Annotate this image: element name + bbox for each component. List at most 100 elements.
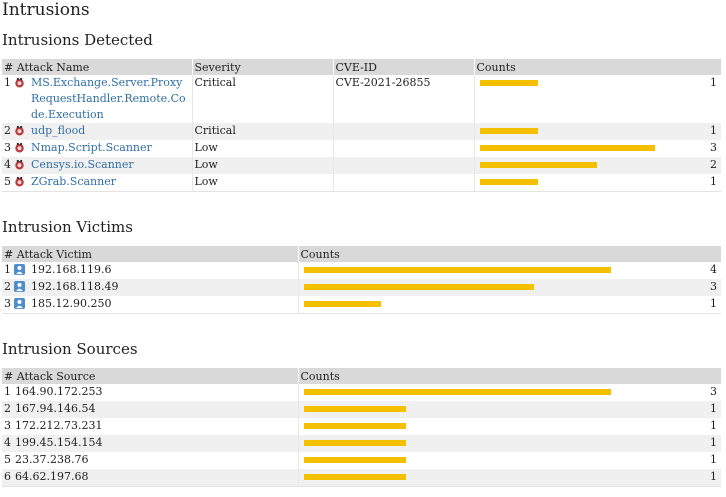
count-bar bbox=[303, 301, 381, 307]
row-index: 2 bbox=[4, 280, 11, 293]
header-attack-victim: # Attack Victim bbox=[2, 246, 298, 262]
header-attack-name: # Attack Name bbox=[2, 59, 192, 75]
severity-cell: Low bbox=[191, 174, 333, 192]
count-value: 1 bbox=[710, 402, 717, 415]
attack-entity-label: 164.90.172.253 bbox=[15, 385, 103, 398]
row-index: 4 bbox=[4, 158, 11, 171]
name-cell: 2 167.94.146.54 bbox=[2, 401, 298, 418]
table-row: 3 185.12.90.250 1 bbox=[2, 296, 721, 314]
row-index: 1 bbox=[4, 263, 11, 276]
count-bar bbox=[303, 389, 611, 395]
cve-id-cell bbox=[332, 174, 474, 192]
name-cell: 4 Censys.io.Scanner bbox=[2, 157, 192, 174]
table-row: 5 23.37.238.76 1 bbox=[2, 452, 721, 469]
counts-cell: 1 bbox=[297, 469, 721, 487]
counts-cell: 3 bbox=[297, 384, 721, 401]
user-icon bbox=[14, 264, 25, 275]
header-counts: Counts bbox=[297, 246, 721, 262]
table-row: 4 Censys.io.Scanner Low 2 bbox=[2, 157, 721, 174]
counts-cell: 1 bbox=[297, 452, 721, 469]
row-index: 1 bbox=[4, 76, 11, 89]
name-cell: 1 MS.Exchange.Server.ProxyRequestHandler.… bbox=[2, 75, 192, 123]
name-cell: 3 185.12.90.250 bbox=[2, 296, 298, 314]
attack-entity-label: 185.12.90.250 bbox=[31, 297, 112, 310]
attack-name-link[interactable]: Censys.io.Scanner bbox=[31, 157, 134, 173]
row-index: 2 bbox=[4, 124, 11, 137]
attack-entity-label: 199.45.154.154 bbox=[15, 436, 103, 449]
name-cell: 2 udp_flood bbox=[2, 123, 192, 140]
name-cell: 2 192.168.118.49 bbox=[2, 279, 298, 296]
intrusion-victims-table: # Attack Victim Counts 1 192.168.119.6 4 2 1… bbox=[2, 246, 721, 314]
intrusion-sources-table: # Attack Source Counts 1 164.90.172.253 3 2… bbox=[2, 368, 721, 487]
header-severity: Severity bbox=[191, 59, 333, 75]
count-value: 1 bbox=[710, 419, 717, 432]
attack-entity-label: 192.168.119.6 bbox=[31, 263, 112, 276]
count-bar bbox=[303, 440, 406, 446]
row-index: 3 bbox=[4, 419, 11, 432]
bug-icon bbox=[14, 125, 25, 136]
count-bar bbox=[303, 457, 406, 463]
attack-entity-label: 23.37.238.76 bbox=[15, 453, 89, 466]
cve-id-cell bbox=[332, 123, 474, 140]
attack-name-link[interactable]: Nmap.Script.Scanner bbox=[31, 140, 152, 156]
table-row: 3 Nmap.Script.Scanner Low 3 bbox=[2, 140, 721, 157]
count-bar bbox=[303, 423, 406, 429]
row-index: 5 bbox=[4, 453, 11, 466]
counts-cell: 1 bbox=[297, 435, 721, 452]
bug-icon bbox=[14, 142, 25, 153]
header-cve-id: CVE-ID bbox=[332, 59, 474, 75]
counts-cell: 1 bbox=[473, 123, 721, 140]
count-value: 1 bbox=[710, 297, 717, 310]
count-bar bbox=[303, 474, 406, 480]
severity-cell: Critical bbox=[191, 75, 333, 123]
counts-cell: 2 bbox=[473, 157, 721, 174]
count-value: 4 bbox=[710, 263, 717, 276]
count-value: 1 bbox=[710, 124, 717, 137]
counts-cell: 3 bbox=[297, 279, 721, 296]
name-cell: 5 ZGrab.Scanner bbox=[2, 174, 192, 192]
table-row: 1 164.90.172.253 3 bbox=[2, 384, 721, 401]
header-attack-source: # Attack Source bbox=[2, 368, 298, 384]
count-value: 1 bbox=[710, 175, 717, 188]
cve-id-cell bbox=[332, 140, 474, 157]
user-icon bbox=[14, 281, 25, 292]
severity-cell: Critical bbox=[191, 123, 333, 140]
count-bar bbox=[303, 284, 534, 290]
header-counts: Counts bbox=[473, 59, 721, 75]
count-value: 3 bbox=[710, 141, 717, 154]
count-bar bbox=[303, 267, 611, 273]
table-row: 2 udp_flood Critical 1 bbox=[2, 123, 721, 140]
cve-id-cell: CVE-2021-26855 bbox=[332, 75, 474, 123]
name-cell: 1 164.90.172.253 bbox=[2, 384, 298, 401]
table-row: 3 172.212.73.231 1 bbox=[2, 418, 721, 435]
table-header-row: # Attack Name Severity CVE-ID Counts bbox=[2, 59, 721, 75]
section-title-detected: Intrusions Detected bbox=[2, 31, 153, 49]
severity-cell: Low bbox=[191, 140, 333, 157]
counts-cell: 1 bbox=[473, 75, 721, 123]
attack-name-link[interactable]: udp_flood bbox=[31, 123, 85, 139]
section-title-victims: Intrusion Victims bbox=[2, 218, 133, 236]
page-title: Intrusions bbox=[2, 0, 90, 20]
table-row: 1 MS.Exchange.Server.ProxyRequestHandler.… bbox=[2, 75, 721, 123]
counts-cell: 1 bbox=[473, 174, 721, 192]
table-row: 5 ZGrab.Scanner Low 1 bbox=[2, 174, 721, 192]
name-cell: 5 23.37.238.76 bbox=[2, 452, 298, 469]
attack-entity-label: 172.212.73.231 bbox=[15, 419, 103, 432]
attack-name-link[interactable]: ZGrab.Scanner bbox=[31, 174, 116, 190]
name-cell: 4 199.45.154.154 bbox=[2, 435, 298, 452]
name-cell: 3 172.212.73.231 bbox=[2, 418, 298, 435]
count-value: 1 bbox=[710, 453, 717, 466]
count-bar bbox=[479, 145, 655, 151]
cve-id-cell bbox=[332, 157, 474, 174]
attack-name-link[interactable]: MS.Exchange.Server.ProxyRequestHandler.R… bbox=[31, 75, 190, 123]
attack-entity-label: 64.62.197.68 bbox=[15, 470, 89, 483]
count-value: 1 bbox=[710, 436, 717, 449]
intrusions-detected-table: # Attack Name Severity CVE-ID Counts 1 MS… bbox=[2, 59, 721, 192]
name-cell: 1 192.168.119.6 bbox=[2, 262, 298, 279]
count-value: 2 bbox=[710, 158, 717, 171]
count-bar bbox=[479, 162, 597, 168]
row-index: 3 bbox=[4, 297, 11, 310]
row-index: 6 bbox=[4, 470, 11, 483]
counts-cell: 1 bbox=[297, 296, 721, 314]
table-row: 1 192.168.119.6 4 bbox=[2, 262, 721, 279]
